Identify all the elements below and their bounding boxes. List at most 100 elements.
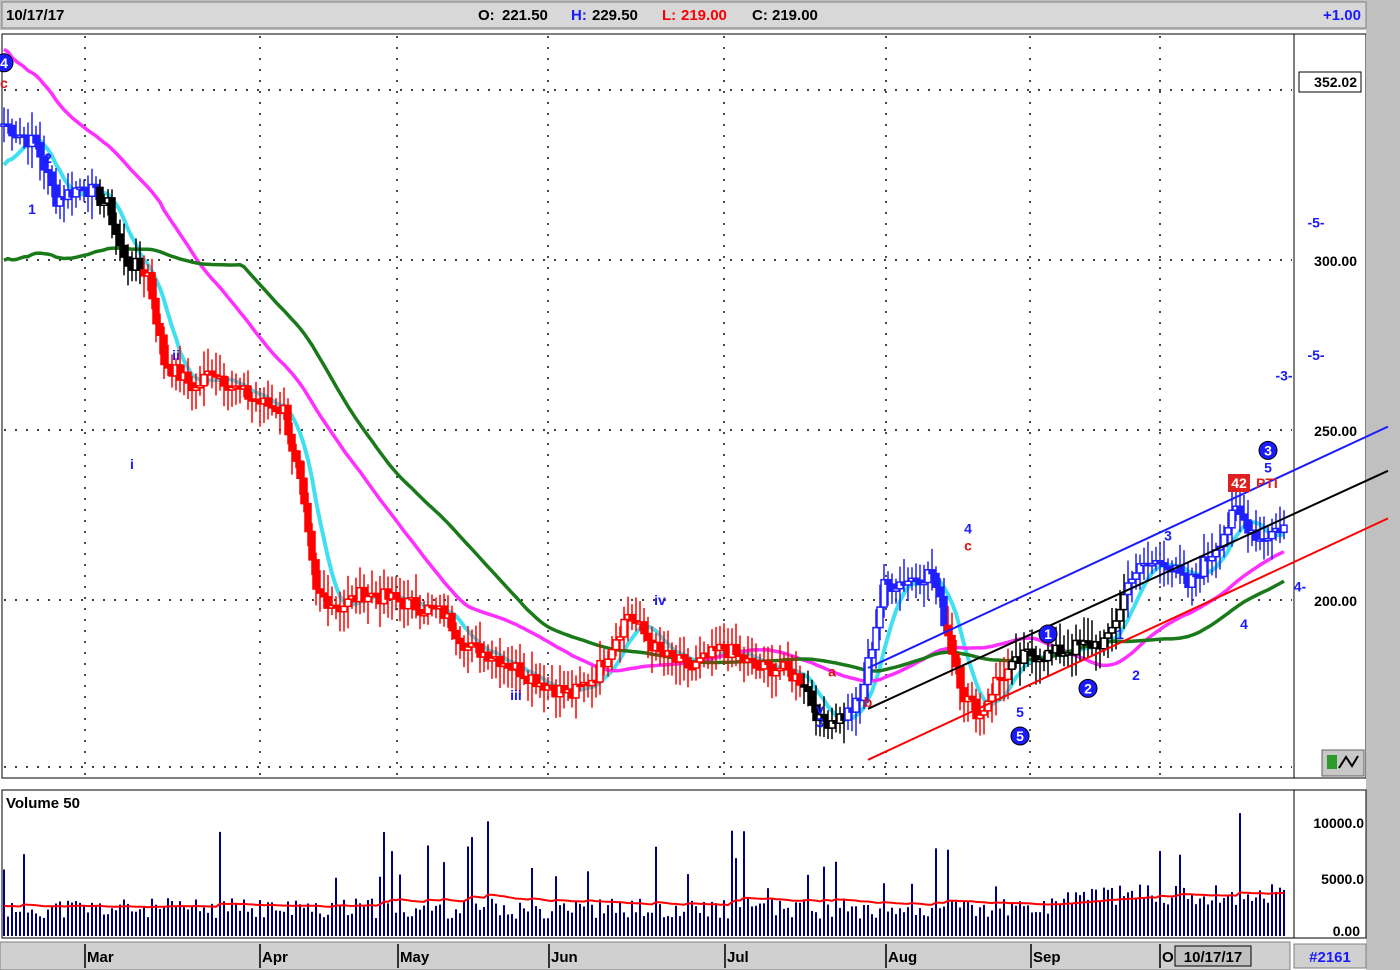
- high-value: 229.50: [592, 7, 638, 24]
- month-label: Aug: [888, 949, 917, 966]
- wave-label: 1: [1116, 626, 1124, 642]
- candle-body: [1132, 572, 1140, 580]
- candle-body: [124, 256, 132, 267]
- wave-label: 4-: [1294, 578, 1307, 594]
- candle-body: [516, 662, 524, 678]
- month-label: May: [400, 949, 430, 966]
- wave-label: 3: [1264, 442, 1272, 458]
- candle-body: [868, 648, 876, 659]
- candle-body: [936, 586, 944, 598]
- candle-body: [1028, 648, 1036, 657]
- volume-tick-5000: 5000.0: [1321, 871, 1364, 887]
- wave-label: 2: [44, 150, 52, 166]
- month-label: Apr: [262, 949, 288, 966]
- wave-label: 3: [1164, 527, 1172, 543]
- candle-body: [112, 223, 120, 235]
- right-margin: [1366, 30, 1400, 970]
- month-label: Mar: [87, 949, 114, 966]
- candle-body: [1008, 660, 1016, 670]
- wave-label: 4: [0, 55, 8, 71]
- candle-body: [412, 597, 420, 611]
- candle-body: [796, 673, 804, 686]
- candle-body: [1120, 593, 1128, 611]
- candle-body: [288, 433, 296, 452]
- candle-body: [32, 134, 40, 144]
- candle-body: [48, 171, 56, 186]
- wave-label: iv: [654, 592, 666, 608]
- candle-body: [184, 371, 192, 384]
- wave-label: 1: [28, 201, 36, 217]
- close-label: C:: [752, 7, 768, 24]
- candle-body: [644, 632, 652, 642]
- candle-body: [940, 595, 948, 627]
- candle-body: [116, 233, 124, 247]
- wave-label: 2: [1084, 680, 1092, 696]
- candle-body: [872, 626, 880, 651]
- chart-root: 10/17/17 O: 221.50 H: 229.50 L: 219.00 C…: [0, 0, 1400, 970]
- wave-label: a: [828, 663, 836, 679]
- candle-body: [1280, 524, 1288, 534]
- candle-body: [312, 559, 320, 590]
- month-label: Sep: [1033, 949, 1061, 966]
- candle-body: [136, 257, 144, 271]
- id-tag-value: #2161: [1309, 949, 1351, 966]
- candle-body: [1004, 668, 1012, 681]
- candle-body: [148, 272, 156, 300]
- wave-label: -3-: [1275, 368, 1292, 384]
- change-value: +1.00: [1323, 7, 1361, 24]
- candle-body: [808, 690, 816, 706]
- price-tick-300: 300.00: [1314, 253, 1357, 269]
- candle-body: [956, 665, 964, 689]
- month-label: O: [1162, 949, 1174, 966]
- candle-body: [1236, 505, 1244, 515]
- date-tag-value: 10/17/17: [1184, 949, 1242, 966]
- candle-body: [120, 244, 128, 258]
- candle-body: [668, 650, 676, 658]
- candle-body: [284, 404, 292, 436]
- candle-body: [864, 657, 872, 686]
- close-value: 219.00: [772, 7, 818, 24]
- wave-label: 5: [1264, 459, 1272, 475]
- candle-body: [160, 334, 168, 366]
- month-label: Jun: [551, 949, 578, 966]
- candle-body: [296, 460, 304, 480]
- wave-label: 5: [1016, 704, 1024, 720]
- candle-body: [1268, 530, 1276, 540]
- candle-body: [8, 124, 16, 137]
- candle-body: [952, 653, 960, 668]
- price-tag-value: 352.02: [1314, 74, 1357, 90]
- candle-body: [244, 385, 252, 400]
- wave-label: -5-: [1307, 347, 1324, 363]
- candle-body: [392, 592, 400, 600]
- candle-body: [264, 397, 272, 407]
- candle-body: [1240, 513, 1248, 521]
- price-tick-250: 250.00: [1314, 423, 1357, 439]
- candle-body: [784, 661, 792, 671]
- pti-label: PTI: [1256, 475, 1278, 491]
- candle-body: [156, 322, 164, 337]
- volume-tick-0: 0.00: [1333, 923, 1360, 939]
- candle-body: [640, 621, 648, 635]
- wave-label: 4: [1240, 616, 1248, 632]
- volume-tick-10000: 10000.0: [1313, 815, 1364, 831]
- wave-label: iii: [510, 687, 522, 703]
- candle-body: [1020, 649, 1028, 664]
- candle-body: [108, 197, 116, 226]
- candle-body: [612, 639, 620, 651]
- month-label: Jul: [727, 949, 749, 966]
- candle-body: [1228, 509, 1236, 529]
- expand-icon[interactable]: [1321, 749, 1365, 777]
- low-label: L:: [662, 7, 676, 24]
- time-axis: [0, 941, 1291, 970]
- open-label: O:: [478, 7, 495, 24]
- candle-body: [692, 661, 700, 669]
- candle-body: [1108, 626, 1116, 634]
- wave-label: -5-: [1307, 215, 1324, 231]
- candle-body: [452, 629, 460, 640]
- candle-body: [300, 477, 308, 505]
- candle-body: [308, 530, 316, 561]
- candle-body: [220, 375, 228, 387]
- wave-label: 1: [1044, 626, 1052, 642]
- candle-body: [152, 297, 160, 325]
- pti-value: 42: [1231, 475, 1247, 491]
